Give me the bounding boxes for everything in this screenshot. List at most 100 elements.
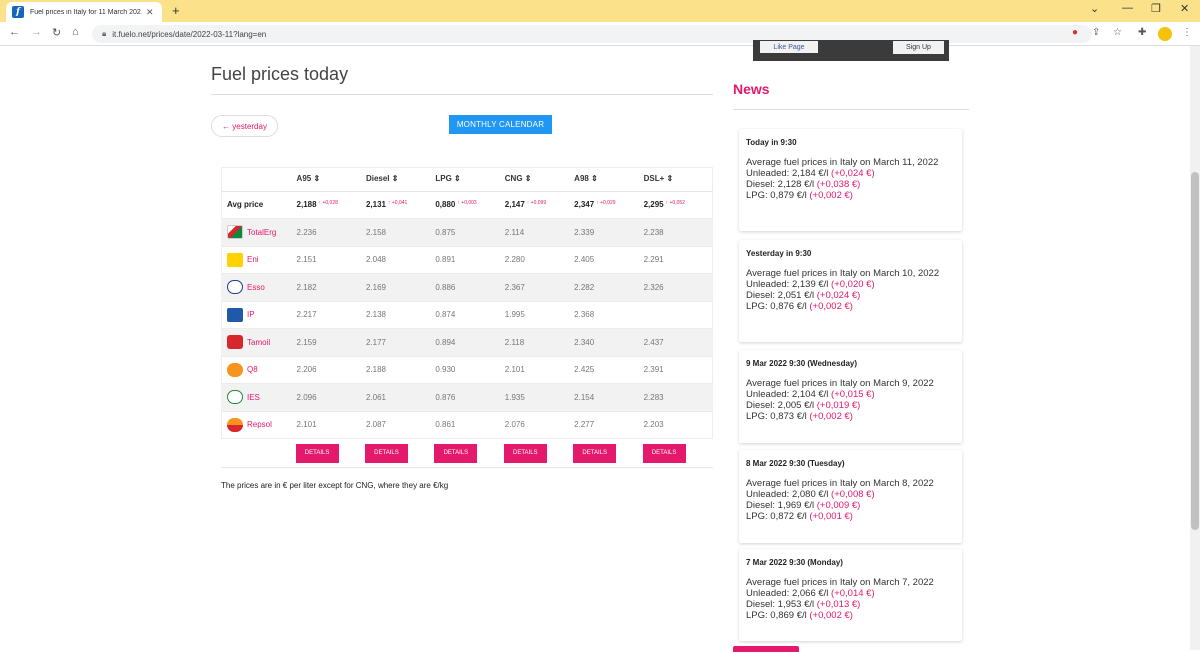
page-title: Fuel prices today [211, 64, 349, 84]
browser-tabbar: f Fuel prices in Italy for 11 March 202…… [0, 0, 1200, 22]
close-tab-icon[interactable]: ✕ [146, 7, 154, 18]
browser-tab[interactable]: f Fuel prices in Italy for 11 March 202…… [6, 2, 162, 22]
news-headline[interactable]: Average fuel prices in Italy on March 8,… [746, 478, 955, 489]
table-row: TotalErg 2.236 2.158 0.875 2.114 2.339 2.238 [221, 218, 713, 247]
news-card[interactable]: 9 Mar 2022 9:30 (Wednesday) Average fuel… [739, 350, 962, 443]
facebook-signup-button[interactable]: Sign Up [893, 41, 944, 54]
restore-icon[interactable]: ❐ [1151, 2, 1161, 15]
news-card[interactable]: Yesterday in 9:30 Average fuel prices in… [739, 240, 962, 342]
price-cell: 2.283 [643, 383, 713, 412]
brand-link-eni[interactable]: Eni [227, 252, 297, 267]
details-button-dsl-plus[interactable]: DETAILS [642, 443, 686, 463]
brand-link-tamoil[interactable]: Tamoil [227, 335, 297, 350]
news-card[interactable]: 7 Mar 2022 9:30 (Monday) Average fuel pr… [739, 549, 962, 641]
avg-delta: ↑ +0,099 [526, 200, 547, 207]
avg-cell: 2,131 ↑ +0,041 [365, 191, 436, 219]
details-cell: DETAILS [642, 438, 713, 468]
table-header-row: A95 ⇕ Diesel ⇕ LPG ⇕ CNG ⇕ A98 ⇕ DSL+ ⇕ [221, 167, 713, 192]
news-diesel: Diesel: 1,953 €/l (+0,013 €) [746, 599, 955, 610]
news-headline[interactable]: Average fuel prices in Italy on March 11… [746, 157, 955, 168]
brand-link-ip[interactable]: IP [227, 307, 297, 322]
ip-logo-icon [227, 307, 243, 322]
news-card[interactable]: 8 Mar 2022 9:30 (Tuesday) Average fuel p… [739, 450, 962, 543]
details-cell: DETAILS [503, 438, 575, 468]
forward-icon[interactable]: → [31, 26, 42, 38]
price-cell: 2.151 [296, 246, 366, 274]
news-headline[interactable]: Average fuel prices in Italy on March 7,… [746, 577, 955, 588]
share-icon[interactable]: ⇪ [1092, 27, 1100, 38]
price-cell: 2.437 [643, 328, 713, 357]
price-cell: 2.339 [574, 218, 644, 247]
new-tab-icon[interactable]: + [172, 3, 180, 18]
avg-value: 2,131 [365, 200, 386, 210]
brand-cell: IP [221, 301, 297, 329]
diesel-price: Diesel: 1,953 €/l [746, 599, 815, 610]
avg-cell: 2,147 ↑ +0,099 [504, 191, 575, 219]
price-cell: 2.118 [504, 328, 575, 357]
scrollbar-thumb[interactable] [1191, 172, 1199, 530]
details-row-spacer [221, 438, 297, 468]
brand-link-esso[interactable]: Esso [227, 280, 297, 295]
window-close-icon[interactable]: ✕ [1180, 2, 1189, 15]
extensions-puzzle-icon[interactable]: ✚ [1138, 27, 1146, 38]
details-cell: DETAILS [573, 438, 644, 468]
price-cell: 2.087 [365, 411, 436, 439]
brand-link-ies[interactable]: IES [227, 390, 297, 405]
home-icon[interactable]: ⌂ [72, 26, 79, 38]
details-button-cng[interactable]: DETAILS [503, 443, 547, 463]
profile-avatar[interactable] [1158, 27, 1172, 41]
lpg-price: LPG: 0,869 €/l [746, 610, 807, 621]
monthly-calendar-button[interactable]: MONTHLY CALENDAR [449, 115, 552, 134]
more-news-button[interactable] [733, 646, 799, 652]
ies-logo-icon [227, 390, 243, 405]
menu-kebab-icon[interactable]: ⋮ [1182, 27, 1192, 38]
price-cell: 2.340 [574, 328, 644, 357]
brand-link-totalerg[interactable]: TotalErg [227, 225, 297, 240]
header-a98[interactable]: A98 ⇕ [574, 167, 644, 192]
minimize-icon[interactable]: — [1122, 2, 1133, 14]
brand-link-q8[interactable]: Q8 [227, 362, 297, 377]
details-button-a95[interactable]: DETAILS [295, 443, 339, 463]
bookmark-star-icon[interactable]: ☆ [1113, 27, 1122, 38]
price-cell: 0.891 [435, 246, 505, 274]
lpg-delta: (+0,001 €) [809, 511, 853, 522]
brand-name: TotalErg [247, 227, 277, 237]
eni-logo-icon [227, 252, 243, 267]
details-button-a98[interactable]: DETAILS [573, 443, 617, 463]
lpg-price: LPG: 0,876 €/l [746, 301, 807, 312]
brand-link-repsol[interactable]: Repsol [227, 417, 297, 432]
unleaded-delta: (+0,015 €) [831, 389, 875, 400]
lpg-price: LPG: 0,872 €/l [746, 511, 807, 522]
news-diesel: Diesel: 2,128 €/l (+0,038 €) [746, 179, 955, 190]
news-lpg: LPG: 0,869 €/l (+0,002 €) [746, 610, 955, 621]
details-button-diesel[interactable]: DETAILS [364, 443, 408, 463]
header-diesel[interactable]: Diesel ⇕ [365, 167, 436, 192]
repsol-logo-icon [227, 417, 243, 432]
header-lpg[interactable]: LPG ⇕ [435, 167, 505, 192]
diesel-price: Diesel: 2,005 €/l [746, 400, 815, 411]
back-icon[interactable]: ← [9, 26, 20, 38]
diesel-delta: (+0,019 €) [816, 400, 861, 411]
brand-name: Eni [247, 255, 259, 265]
details-button-lpg[interactable]: DETAILS [434, 443, 478, 463]
news-headline[interactable]: Average fuel prices in Italy on March 10… [746, 268, 955, 279]
url-text: it.fuelo.net/prices/date/2022-03-11?lang… [112, 29, 267, 39]
news-headline[interactable]: Average fuel prices in Italy on March 9,… [746, 378, 955, 389]
news-lpg: LPG: 0,872 €/l (+0,001 €) [746, 511, 955, 522]
header-cng[interactable]: CNG ⇕ [504, 167, 575, 192]
header-a95[interactable]: A95 ⇕ [296, 167, 366, 192]
avg-price-row: Avg price 2,188 ↑ +0,028 2,131 ↑ +0,041 0,… [221, 191, 713, 219]
facebook-like-button[interactable]: Like Page [760, 41, 818, 53]
news-card[interactable]: Today in 9:30 Average fuel prices in Ita… [739, 129, 962, 231]
reload-icon[interactable]: ↻ [52, 26, 61, 39]
brand-name: IES [247, 392, 260, 402]
lock-icon[interactable]: 🔒︎ [102, 29, 106, 39]
brand-name: Q8 [247, 365, 258, 375]
tab-search-icon[interactable]: ⌄ [1090, 2, 1099, 15]
header-dsl-plus[interactable]: DSL+ ⇕ [643, 167, 713, 192]
brand-cell: TotalErg [221, 218, 297, 247]
price-cell: 2.188 [365, 356, 436, 384]
q8-logo-icon [227, 362, 243, 377]
yesterday-button[interactable]: ← yesterday [211, 115, 278, 137]
extension-icon[interactable]: ● [1072, 27, 1078, 38]
